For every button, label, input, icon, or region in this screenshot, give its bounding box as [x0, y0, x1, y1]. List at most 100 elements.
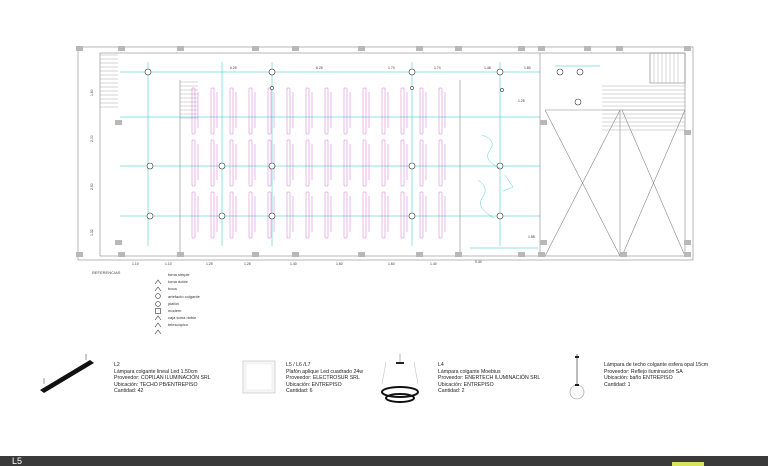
linear-lamp [419, 87, 424, 135]
linear-lamp [438, 191, 443, 239]
product-qty: Cantidad: 42 [114, 388, 144, 395]
pendant-icon [218, 212, 226, 220]
product-l4: L4 Lámpara colgante Moebius Proveedor: E… [376, 354, 566, 414]
dimension-label: 1.58 [528, 235, 535, 239]
column [76, 46, 83, 51]
linear-lamp [400, 139, 405, 187]
product-code: L2 [114, 362, 120, 368]
linear-lamp [343, 191, 348, 239]
furniture-outline [477, 134, 514, 219]
product-supplier: Proveedor: ELECTROSUR SRL [286, 375, 360, 382]
column [252, 252, 259, 257]
column [684, 46, 691, 51]
pendant-icon [218, 162, 226, 170]
legend-item-label: boca [168, 286, 177, 292]
column [115, 240, 122, 245]
dimension-label: 6.25 [230, 66, 237, 70]
linear-lamp [381, 87, 386, 135]
linear-lamp [229, 191, 234, 239]
dimension-label: 1.74 [388, 66, 395, 70]
linear-lamp [248, 191, 253, 239]
dimension-label: 1.48 [484, 66, 491, 70]
legend-item-label: telescópico [168, 322, 189, 328]
column [540, 240, 547, 245]
column [416, 252, 423, 257]
column [76, 252, 83, 257]
mouth-icon [500, 88, 504, 92]
product-location: Ubicación: TECHO PB/ENTREPISO [114, 381, 198, 388]
product-l2: L2 Lámpara colgante lineal Led 1.50cm Pr… [38, 354, 238, 414]
pendant-icon [408, 162, 416, 170]
dimensions-left: 1.60 2.00 2.50 1.32 1.25 1.58 0.44 [90, 89, 535, 264]
dimension-label: 1.60 [336, 262, 343, 266]
pendant-icon [268, 162, 276, 170]
pendant-icon [144, 68, 152, 76]
pendant-icon [154, 294, 162, 307]
moebius-lamp-icon [381, 354, 419, 403]
column [684, 252, 691, 257]
dimension-label: 1.80 [524, 66, 531, 70]
linear-lamp [343, 139, 348, 187]
dimension-label: 1.25 [518, 99, 525, 103]
linear-lamp [362, 191, 367, 239]
dimensions-top: 6.25 6.25 1.74 1.74 1.48 1.80 [230, 66, 531, 70]
double-outlet-icon [154, 279, 162, 292]
dimension-label: 1.60 [388, 262, 395, 266]
linear-lamp [305, 191, 310, 239]
dimension-label: 1.10 [132, 262, 139, 266]
product-location: Ubicación: baño ENTREPISO [604, 375, 673, 382]
linear-lamp [210, 87, 215, 135]
column [177, 252, 184, 257]
legend-title: REFERENCIAS [92, 270, 121, 275]
pendant-icon [496, 212, 504, 220]
column [292, 46, 299, 51]
telescopic-box-icon [154, 322, 162, 335]
legend-item-label: artefacto colgante [168, 293, 200, 299]
linear-lamp [210, 191, 215, 239]
linear-lamp [286, 87, 291, 135]
pendant-icon [496, 68, 504, 76]
pendant-icon [268, 68, 276, 76]
mouth-icon [270, 86, 274, 90]
linear-lamp [229, 87, 234, 135]
dimension-label: 0.44 [475, 260, 482, 264]
linear-lamp-rows [191, 87, 446, 239]
column [620, 252, 627, 257]
ceiling-icon [154, 301, 162, 314]
stairs [100, 53, 685, 131]
floor-plan: 6.25 6.25 1.74 1.74 1.48 1.80 1.10 1.10 1.25 1.2… [76, 46, 694, 266]
column [177, 46, 184, 51]
legend-item-label: toma simple [168, 272, 190, 277]
linear-lamp [248, 139, 253, 187]
linear-lamp [324, 139, 329, 187]
pendant-icon [408, 212, 416, 220]
linear-lamp [286, 139, 291, 187]
dimension-label: 1.10 [165, 262, 172, 266]
column [538, 252, 545, 257]
linear-lamp [362, 87, 367, 135]
dimension-label: 2.00 [90, 135, 94, 142]
light-fixtures [144, 68, 584, 220]
product-code: L5 / L6 /L7 [286, 362, 311, 368]
linear-lamp [419, 191, 424, 239]
linear-lamp [362, 139, 367, 187]
pendant-icon [146, 212, 154, 220]
linear-lamp [229, 139, 234, 187]
linear-lamp [191, 191, 196, 239]
column [455, 252, 462, 257]
pendant-icon [576, 68, 584, 76]
column [115, 120, 122, 125]
product-supplier: Proveedor: COPILAN ILUMINACIÓN SRL [114, 375, 211, 382]
product-location: Ubicación: ENTREPISO [286, 381, 342, 388]
linear-lamp [400, 191, 405, 239]
footer-title: L5 [12, 456, 23, 466]
linear-lamp-icon [40, 354, 94, 393]
dimension-label: 2.50 [90, 183, 94, 190]
linear-lamp [343, 87, 348, 135]
modem-icon [154, 308, 162, 321]
linear-lamp [305, 139, 310, 187]
product-qty: Cantidad: 1 [604, 381, 631, 388]
pendant-icon [268, 212, 276, 220]
column [358, 252, 365, 257]
footer-bar [0, 456, 768, 466]
